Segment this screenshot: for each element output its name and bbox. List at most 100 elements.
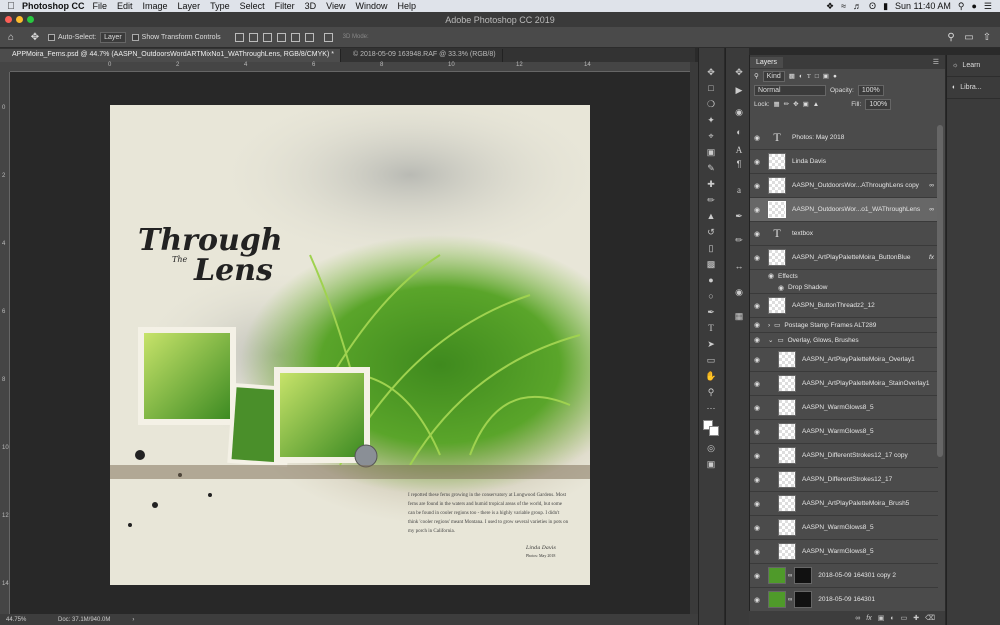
notification-icon[interactable]: ☰: [984, 1, 992, 12]
add-mask-icon[interactable]: ▣: [878, 614, 885, 622]
group-row[interactable]: ◉ › ▭ Postage Stamp Frames ALT289: [750, 318, 938, 333]
visibility-eye-icon[interactable]: ◉: [750, 572, 764, 580]
learn-panel-button[interactable]: ☼ Learn: [947, 55, 1000, 77]
menu-type[interactable]: Type: [210, 1, 230, 11]
visibility-eye-icon[interactable]: ◉: [750, 182, 764, 190]
move-tool-icon[interactable]: ✥: [704, 66, 718, 78]
link-layers-icon[interactable]: ∞: [855, 615, 860, 622]
menu-3d[interactable]: 3D: [305, 1, 317, 11]
new-group-icon[interactable]: ▭: [901, 614, 908, 622]
menu-filter[interactable]: Filter: [275, 1, 295, 11]
document-canvas[interactable]: Through The Lens I repotted these ferns …: [110, 105, 590, 585]
glyphs-icon[interactable]: a: [732, 184, 746, 196]
app-menu[interactable]: Photoshop CC: [22, 1, 85, 11]
align-left-icon[interactable]: [234, 32, 244, 42]
pen-tool-icon[interactable]: ✒: [704, 306, 718, 318]
zoom-tool-icon[interactable]: ⚲: [704, 386, 718, 398]
search-icon[interactable]: ⚲: [944, 30, 958, 44]
move-tool-icon[interactable]: ✥: [28, 30, 42, 44]
layer-row[interactable]: ◉ AASPN_ArtPlayPaletteMoira_Brush5: [750, 492, 938, 516]
lock-position-icon[interactable]: ✥: [793, 100, 798, 108]
new-layer-icon[interactable]: ✚: [913, 614, 919, 622]
menu-edit[interactable]: Edit: [117, 1, 133, 11]
layer-row[interactable]: ◉ Linda Davis: [750, 150, 938, 174]
type-tool-icon[interactable]: T: [704, 322, 718, 334]
layer-row[interactable]: ◉ AASPN_ButtonThreadz2_12: [750, 294, 938, 318]
history-brush-icon[interactable]: ↺: [704, 226, 718, 238]
filter-smart-icon[interactable]: ▣: [823, 72, 829, 80]
dropbox-icon[interactable]: ❖: [826, 1, 834, 12]
lock-artboard-icon[interactable]: ▣: [803, 100, 809, 108]
path-select-icon[interactable]: ➤: [704, 338, 718, 350]
layer-row[interactable]: ◉ AASPN_WarmGlows8_5: [750, 540, 938, 564]
layer-mask-thumbnail[interactable]: [794, 567, 813, 584]
group-row[interactable]: ◉ ⌄ ▭ Overlay, Glows, Brushes: [750, 333, 938, 348]
filter-kind-dropdown[interactable]: Kind: [762, 70, 785, 82]
tool-presets-icon[interactable]: ✏: [732, 234, 746, 246]
fx-badge[interactable]: fx: [929, 254, 934, 261]
blur-tool-icon[interactable]: ●: [704, 274, 718, 286]
lock-all-icon[interactable]: ▲: [813, 101, 819, 108]
move-icon[interactable]: ✥: [732, 66, 746, 78]
bluetooth-icon[interactable]: ʘ: [869, 1, 876, 11]
blend-mode-dropdown[interactable]: Normal: [754, 84, 826, 96]
tab-ferns-psd[interactable]: APPMoira_Ferns.psd @ 44.7% (AASPN_Outdoo…: [0, 49, 341, 62]
layer-mask-thumbnail[interactable]: [794, 591, 813, 608]
adjustment-layer-icon[interactable]: ◐: [890, 615, 894, 622]
visibility-eye-icon[interactable]: ◉: [750, 596, 764, 604]
background-color-swatch[interactable]: [709, 426, 719, 436]
maximize-window-button[interactable]: [27, 16, 34, 23]
auto-select-dropdown[interactable]: Layer: [100, 31, 126, 43]
menu-window[interactable]: Window: [355, 1, 387, 11]
menu-view[interactable]: View: [326, 1, 345, 11]
visibility-eye-icon[interactable]: ◉: [750, 230, 764, 238]
eraser-tool-icon[interactable]: ▯: [704, 242, 718, 254]
lock-pixels-icon[interactable]: ✏: [784, 100, 789, 108]
visibility-eye-icon[interactable]: ◉: [750, 254, 764, 262]
tab-raf-file[interactable]: © 2018-05-09 163948.RAF @ 33.3% (RGB/8): [341, 49, 503, 62]
status-menu-arrow-icon[interactable]: ›: [132, 617, 134, 623]
menu-select[interactable]: Select: [240, 1, 265, 11]
lasso-tool-icon[interactable]: ❍: [704, 98, 718, 110]
visibility-eye-icon[interactable]: ◉: [750, 524, 764, 532]
tab-layers[interactable]: Layers: [750, 56, 784, 68]
close-window-button[interactable]: [5, 16, 12, 23]
visibility-eye-icon[interactable]: ◉: [750, 206, 764, 214]
shape-tool-icon[interactable]: ▭: [704, 354, 718, 366]
lock-transparency-icon[interactable]: ▦: [774, 100, 780, 108]
layer-row[interactable]: ◉ T Photos: May 2018: [750, 126, 938, 150]
adjustments-icon[interactable]: ◐: [732, 126, 746, 138]
fill-field[interactable]: 100%: [865, 98, 892, 110]
visibility-eye-icon[interactable]: ◉: [750, 356, 764, 364]
effects-eye-icon[interactable]: ◉: [764, 272, 778, 280]
color-wheel-icon[interactable]: ◉: [732, 286, 746, 298]
align-top-icon[interactable]: [276, 32, 286, 42]
clock[interactable]: Sun 11:40 AM: [895, 1, 951, 11]
canvas-scrollbar[interactable]: [690, 62, 698, 614]
layers-scrollbar[interactable]: [937, 125, 943, 457]
effects-row[interactable]: ◉ Effects: [750, 270, 938, 282]
visibility-eye-icon[interactable]: ◉: [750, 428, 764, 436]
visibility-eye-icon[interactable]: ◉: [750, 452, 764, 460]
align-middle-icon[interactable]: [290, 32, 300, 42]
visibility-eye-icon[interactable]: ◉: [750, 476, 764, 484]
brush-tool-icon[interactable]: ✏: [704, 194, 718, 206]
drop-shadow-eye-icon[interactable]: ◉: [774, 284, 788, 292]
layer-row[interactable]: ◉ AASPN_DifferentStrokes12_17: [750, 468, 938, 492]
home-icon[interactable]: ⌂: [4, 30, 18, 44]
layer-row[interactable]: ◉ AASPN_ArtPlayPaletteMoira_ButtonBlue f…: [750, 246, 938, 270]
share-icon[interactable]: ⇧: [980, 30, 994, 44]
filter-type-icon[interactable]: T: [807, 73, 811, 80]
screen-mode-icon[interactable]: ▣: [704, 458, 718, 470]
frame-tool-icon[interactable]: ▣: [704, 146, 718, 158]
visibility-eye-icon[interactable]: ◉: [750, 321, 764, 329]
align-right-icon[interactable]: [262, 32, 272, 42]
layer-row[interactable]: ◉ AASPN_WarmGlows8_5: [750, 396, 938, 420]
menu-image[interactable]: Image: [143, 1, 168, 11]
visibility-eye-icon[interactable]: ◉: [750, 336, 764, 344]
distribute-icon[interactable]: [323, 32, 333, 42]
transform-icon[interactable]: ↔: [732, 260, 746, 272]
gradient-tool-icon[interactable]: ▩: [704, 258, 718, 270]
spotlight-icon[interactable]: ⚲: [958, 1, 965, 12]
dodge-tool-icon[interactable]: ○: [704, 290, 718, 302]
